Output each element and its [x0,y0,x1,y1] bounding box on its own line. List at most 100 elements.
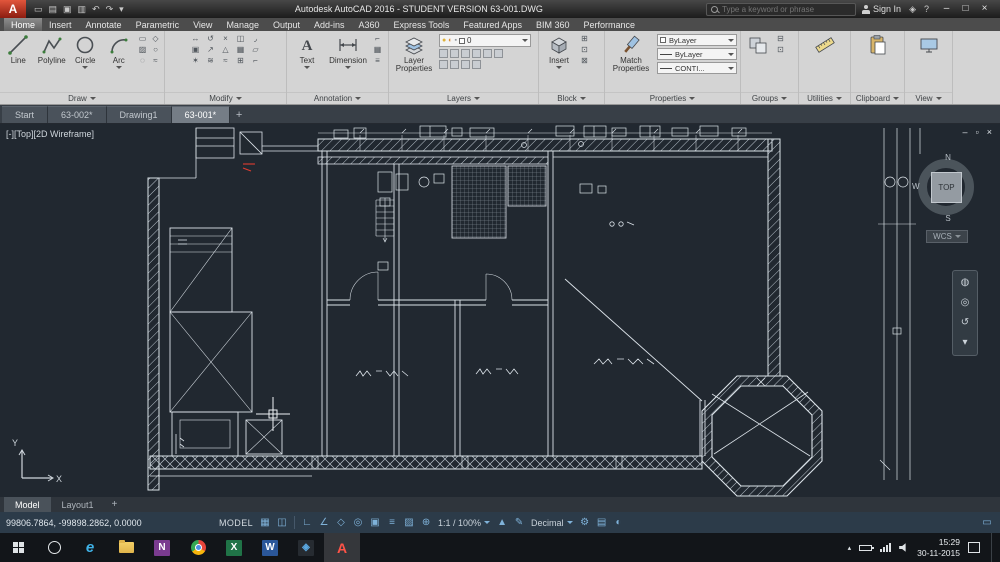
pinned-app-button[interactable]: ◈ [288,533,324,562]
save-button[interactable]: ▣ [63,5,72,14]
drawing-viewport[interactable]: Y X [-][Top][2D Wireframe] –▫ × TOP N W S… [0,124,1000,497]
modify-panel-label[interactable]: Modify [165,92,286,104]
word-taskbar-button[interactable]: W [252,533,288,562]
layer-tool-icon[interactable] [472,49,481,58]
undo-button[interactable]: ↶ [92,5,100,14]
linetype-dropdown[interactable]: CONTI... [657,62,737,74]
hidden-icons-chevron[interactable]: ▴ [848,544,852,552]
selection-cycling-toggle[interactable]: ⊕ [419,515,433,531]
dimension-dropdown-chevron[interactable] [345,66,351,69]
stretch-tool-icon[interactable]: ↗ [204,45,217,55]
explode-tool-icon[interactable]: ✶ [189,56,202,66]
viewcube-south[interactable]: S [945,214,950,223]
minimize-button[interactable]: – [937,0,956,18]
layer-tool-icon[interactable] [439,60,448,69]
layer-tool-icon[interactable] [461,60,470,69]
file-tab-63-001[interactable]: 63-001* [172,106,231,123]
groups-panel-label[interactable]: Groups [741,92,798,104]
taskbar-clock[interactable]: 15:29 30-11-2015 [917,537,960,557]
autosnap-toggle[interactable]: ◎ [351,515,365,531]
doc-restore-button[interactable]: ▫ [976,127,979,137]
viewcube-top-face[interactable]: TOP [931,172,962,203]
arc-tool-button[interactable]: Arc [104,34,135,69]
viewport-controls-label[interactable]: [-][Top][2D Wireframe] [6,129,94,139]
autocad-app-menu-button[interactable]: A [0,0,26,18]
draw-panel-label[interactable]: Draw [0,92,164,104]
trim-tool-icon[interactable]: × [219,34,232,44]
ribbon-tab-manage[interactable]: Manage [219,18,266,31]
viewcube-west[interactable]: W [912,182,920,191]
line-tool-button[interactable]: Line [3,34,34,65]
polyline-tool-button[interactable]: Polyline [37,34,68,65]
layer-tool-icon[interactable] [450,49,459,58]
action-center-icon[interactable] [968,542,980,553]
rectangle-tool-icon[interactable]: ▭ [137,34,148,44]
properties-panel-label[interactable]: Properties [605,92,740,104]
join-tool-icon[interactable]: ⊞ [234,56,247,66]
layer-dropdown[interactable]: ● ◐ ▪ 0 [439,34,531,47]
file-tab-start[interactable]: Start [2,106,48,123]
zoom-icon[interactable]: ◎ [961,298,970,308]
point-tool-icon[interactable]: ◌ [137,56,148,66]
copy-tool-icon[interactable]: ▣ [189,45,202,55]
blend-tool-icon[interactable]: ≈ [219,56,232,66]
viewcube[interactable]: TOP N W S [916,154,980,222]
text-dropdown-chevron[interactable] [304,66,310,69]
layer-tool-icon[interactable] [461,49,470,58]
array-tool-icon[interactable]: ▦ [234,45,247,55]
lineweight-toggle[interactable]: ≡ [385,515,399,531]
doc-minimize-button[interactable]: – [963,127,968,137]
close-button[interactable]: × [975,0,994,18]
block-attributes-icon[interactable]: ⊠ [579,56,590,66]
scale-tool-icon[interactable]: △ [219,45,232,55]
onenote-taskbar-button[interactable]: N [144,533,180,562]
table-icon[interactable]: ▦ [372,45,383,55]
layer-tool-icon[interactable] [472,60,481,69]
orbit-icon[interactable]: ↺ [961,318,969,328]
volume-icon[interactable] [899,543,909,553]
navbar-chevron[interactable]: ▾ [962,338,967,348]
search-box[interactable] [706,3,856,16]
paste-button[interactable] [861,34,895,56]
layer-tool-icon[interactable] [494,49,503,58]
ribbon-tab-featured-apps[interactable]: Featured Apps [456,18,529,31]
move-tool-icon[interactable]: ↔ [189,34,202,44]
show-desktop-button[interactable] [991,533,996,562]
autocad-taskbar-button[interactable]: A [324,533,360,562]
ribbon-tab-output[interactable]: Output [266,18,307,31]
dimension-tool-button[interactable]: Dimension [327,34,369,69]
insert-block-button[interactable]: Insert [542,34,576,69]
workspace-switching-button[interactable]: ⚙ [578,515,592,531]
clean-screen-button[interactable]: ▭ [980,515,994,531]
battery-icon[interactable] [859,545,872,551]
isolate-objects-button[interactable]: ◐ [612,515,626,531]
chrome-taskbar-button[interactable] [180,533,216,562]
hatch-tool-icon[interactable]: ▨ [137,45,148,55]
break-tool-icon[interactable]: ⌐ [249,56,262,66]
doc-close-button[interactable]: × [987,127,992,137]
ribbon-tab-parametric[interactable]: Parametric [129,18,187,31]
mirror-tool-icon[interactable]: ◫ [234,34,247,44]
block-panel-label[interactable]: Block [539,92,604,104]
ungroup-icon[interactable]: ⊟ [775,34,786,44]
polygon-tool-icon[interactable]: ◇ [150,34,161,44]
spline-tool-icon[interactable]: ≈ [150,56,161,66]
autoscale-toggle[interactable]: ✎ [512,515,526,531]
group-button[interactable] [744,34,772,56]
model-space-canvas[interactable]: Y X [0,124,1000,497]
qat-customize-chevron[interactable]: ▾ [119,5,124,14]
new-button[interactable]: ▭ [34,5,43,14]
clipboard-panel-label[interactable]: Clipboard [851,92,904,104]
edge-taskbar-button[interactable]: e [72,533,108,562]
excel-taskbar-button[interactable]: X [216,533,252,562]
layer-properties-button[interactable]: Layer Properties [392,34,436,74]
offset-tool-icon[interactable]: ≋ [204,56,217,66]
ribbon-tab-express-tools[interactable]: Express Tools [387,18,457,31]
open-button[interactable]: ▤ [49,5,58,14]
erase-tool-icon[interactable]: ▱ [249,45,262,55]
ribbon-tab-view[interactable]: View [186,18,219,31]
group-edit-icon[interactable]: ⊡ [775,45,786,55]
object-color-dropdown[interactable]: ByLayer [657,34,737,46]
signin-button[interactable]: Sign In [862,4,901,14]
cortana-search-button[interactable] [36,533,72,562]
